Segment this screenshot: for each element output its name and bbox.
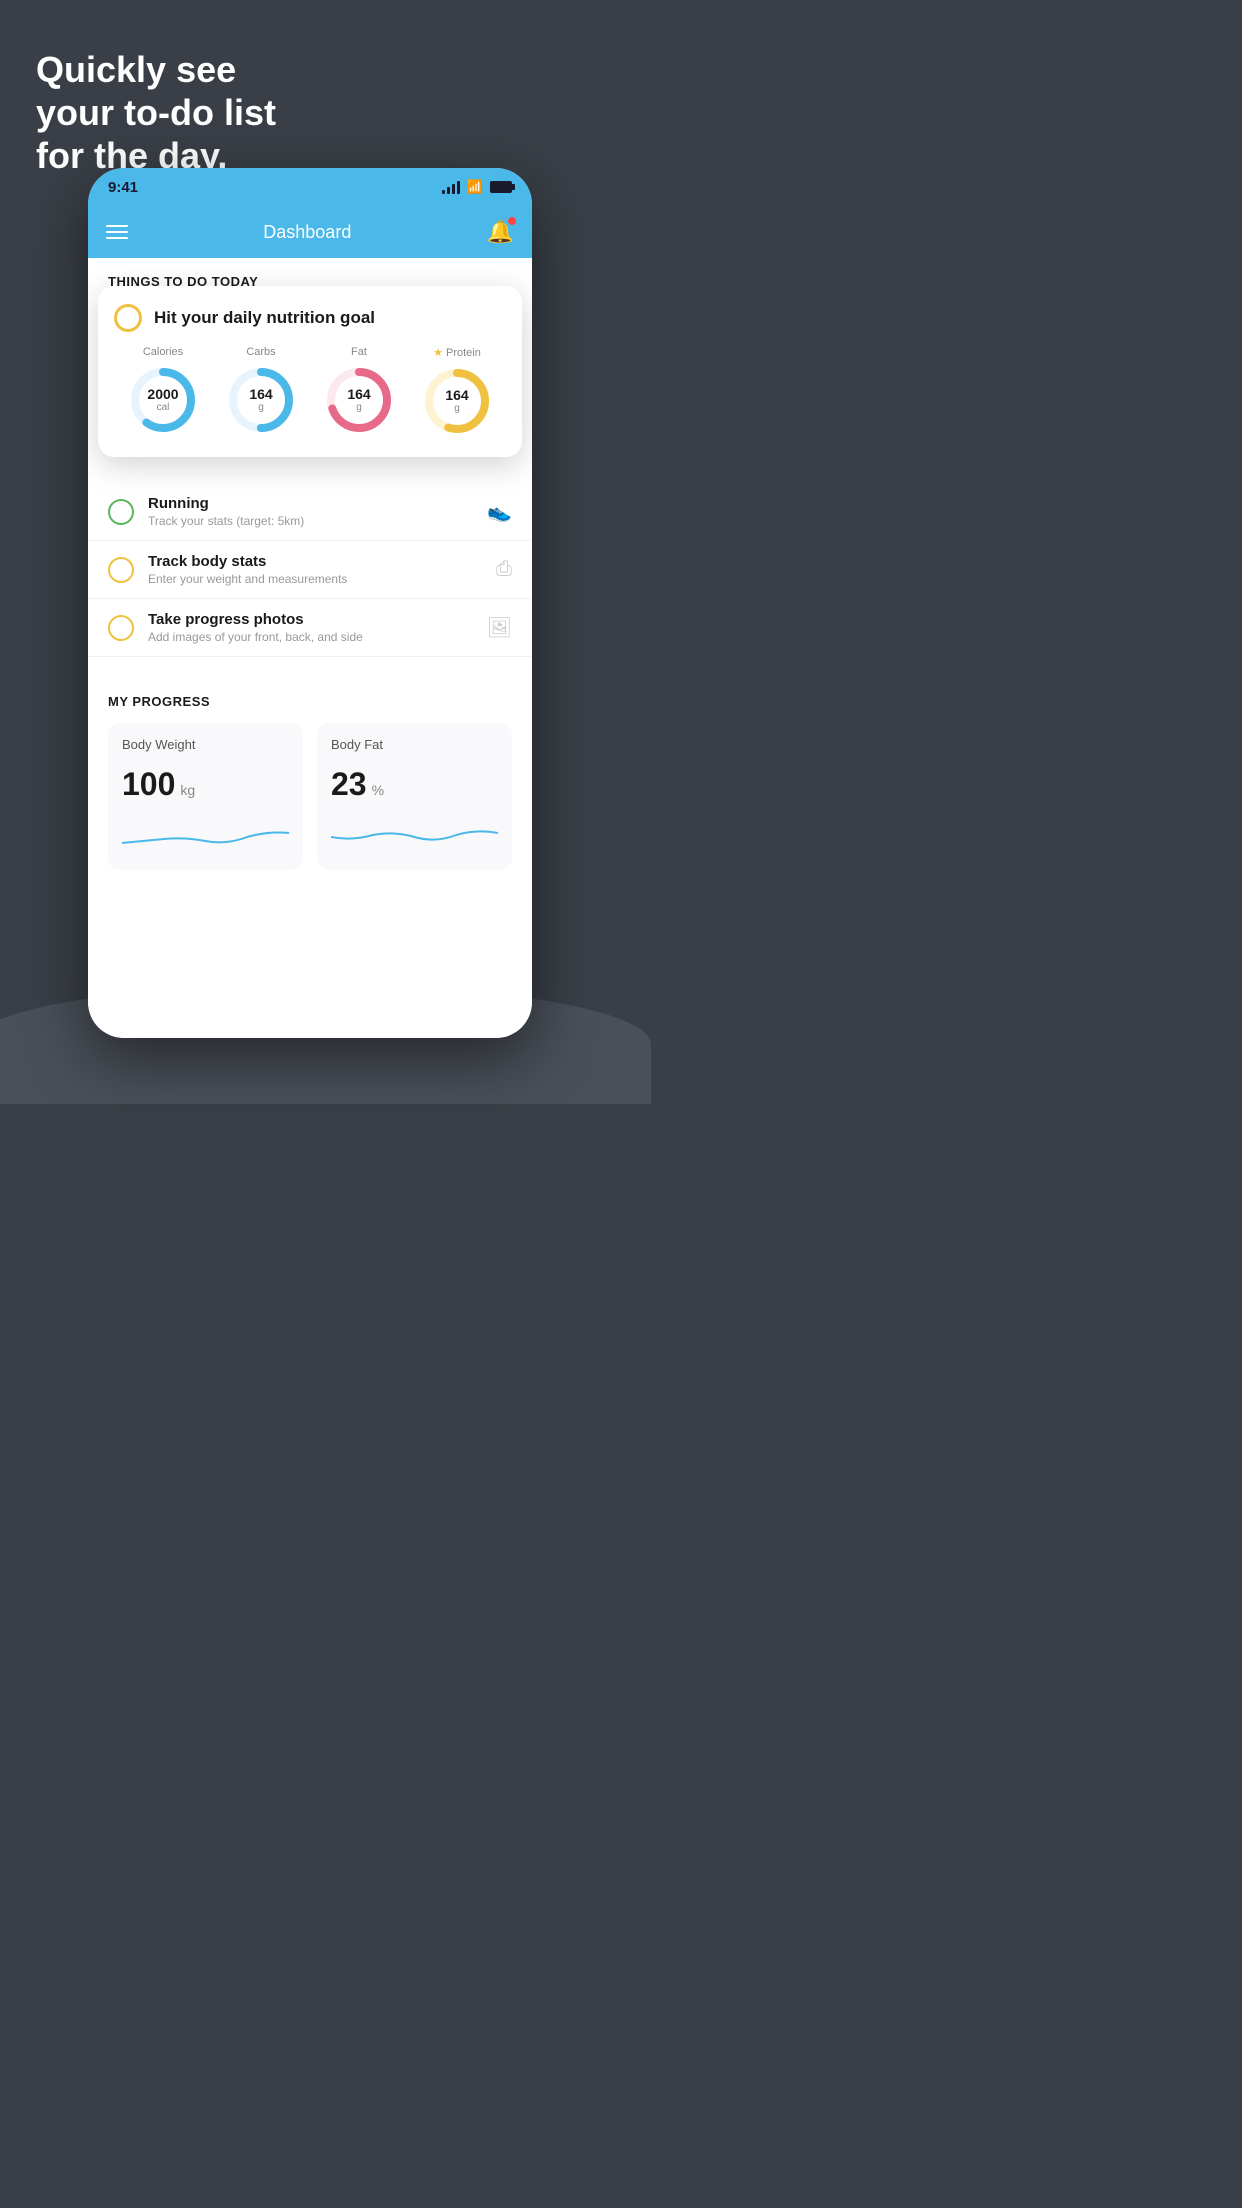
- todo-item-running[interactable]: Running Track your stats (target: 5km) 👟: [88, 483, 532, 541]
- macro-protein: ★ Protein 164 g: [421, 346, 493, 437]
- body-weight-label: Body Weight: [122, 737, 289, 752]
- photo-icon: 🖼: [487, 615, 512, 640]
- phone-mockup: 9:41 📶 Dashboard 🔔 THINGS TO DO TODAY: [88, 168, 532, 1038]
- battery-icon: [490, 181, 512, 193]
- nutrition-card: Hit your daily nutrition goal Calories 2…: [98, 286, 522, 457]
- scale-icon: ⎙: [496, 558, 512, 581]
- notification-dot: [508, 217, 516, 225]
- calories-donut: 2000 cal: [127, 364, 199, 436]
- macro-calories: Calories 2000 cal: [127, 346, 199, 436]
- calories-label: Calories: [143, 346, 183, 358]
- macro-carbs: Carbs 164 g: [225, 346, 297, 436]
- status-time: 9:41: [108, 179, 138, 196]
- menu-button[interactable]: [106, 225, 128, 239]
- todo-item-body-stats[interactable]: Track body stats Enter your weight and m…: [88, 541, 532, 599]
- nav-bar: Dashboard 🔔: [88, 206, 532, 258]
- photos-subtitle: Add images of your front, back, and side: [148, 630, 473, 644]
- bodystats-title: Track body stats: [148, 553, 482, 570]
- body-weight-number: 100: [122, 766, 175, 803]
- protein-donut: 164 g: [421, 365, 493, 437]
- body-fat-unit: %: [372, 782, 384, 798]
- protein-star-icon: ★: [433, 346, 443, 359]
- fat-label: Fat: [351, 346, 367, 358]
- body-weight-chart: [122, 815, 289, 851]
- nav-title: Dashboard: [263, 222, 351, 243]
- nutrition-check-circle[interactable]: [114, 304, 142, 332]
- body-weight-unit: kg: [180, 782, 195, 798]
- bodystats-circle: [108, 557, 134, 583]
- running-circle: [108, 499, 134, 525]
- body-fat-card[interactable]: Body Fat 23 %: [317, 723, 512, 870]
- signal-icon: [442, 180, 460, 194]
- nutrition-card-title: Hit your daily nutrition goal: [154, 308, 375, 328]
- body-fat-number: 23: [331, 766, 367, 803]
- body-fat-value: 23 %: [331, 766, 498, 803]
- nutrition-card-header: Hit your daily nutrition goal: [114, 304, 506, 332]
- progress-section-title: MY PROGRESS: [108, 694, 512, 709]
- progress-cards: Body Weight 100 kg Body Fat 23 %: [108, 723, 512, 870]
- bodystats-text: Track body stats Enter your weight and m…: [148, 553, 482, 586]
- body-fat-chart: [331, 815, 498, 851]
- notification-button[interactable]: 🔔: [487, 219, 514, 245]
- progress-section: MY PROGRESS Body Weight 100 kg Body Fat: [88, 678, 532, 886]
- headline-line2: your to-do list: [36, 92, 276, 133]
- status-icons: 📶: [442, 179, 512, 195]
- running-text: Running Track your stats (target: 5km): [148, 495, 473, 528]
- protein-label: ★ Protein: [433, 346, 481, 359]
- phone-content: THINGS TO DO TODAY Hit your daily nutrit…: [88, 258, 532, 1038]
- carbs-label: Carbs: [246, 346, 275, 358]
- macro-fat: Fat 164 g: [323, 346, 395, 436]
- app-headline: Quickly see your to-do list for the day.: [36, 48, 276, 178]
- todo-item-photos[interactable]: Take progress photos Add images of your …: [88, 599, 532, 657]
- bodystats-subtitle: Enter your weight and measurements: [148, 572, 482, 586]
- status-bar: 9:41 📶: [88, 168, 532, 206]
- todo-list: Running Track your stats (target: 5km) 👟…: [88, 483, 532, 657]
- body-fat-label: Body Fat: [331, 737, 498, 752]
- photos-title: Take progress photos: [148, 611, 473, 628]
- carbs-donut: 164 g: [225, 364, 297, 436]
- running-subtitle: Track your stats (target: 5km): [148, 514, 473, 528]
- body-weight-card[interactable]: Body Weight 100 kg: [108, 723, 303, 870]
- photos-circle: [108, 615, 134, 641]
- running-title: Running: [148, 495, 473, 512]
- wifi-icon: 📶: [467, 179, 483, 195]
- body-weight-value: 100 kg: [122, 766, 289, 803]
- photos-text: Take progress photos Add images of your …: [148, 611, 473, 644]
- headline-line1: Quickly see: [36, 49, 236, 90]
- shoe-icon: 👟: [487, 499, 512, 524]
- nutrition-circles: Calories 2000 cal Carbs: [114, 346, 506, 437]
- fat-donut: 164 g: [323, 364, 395, 436]
